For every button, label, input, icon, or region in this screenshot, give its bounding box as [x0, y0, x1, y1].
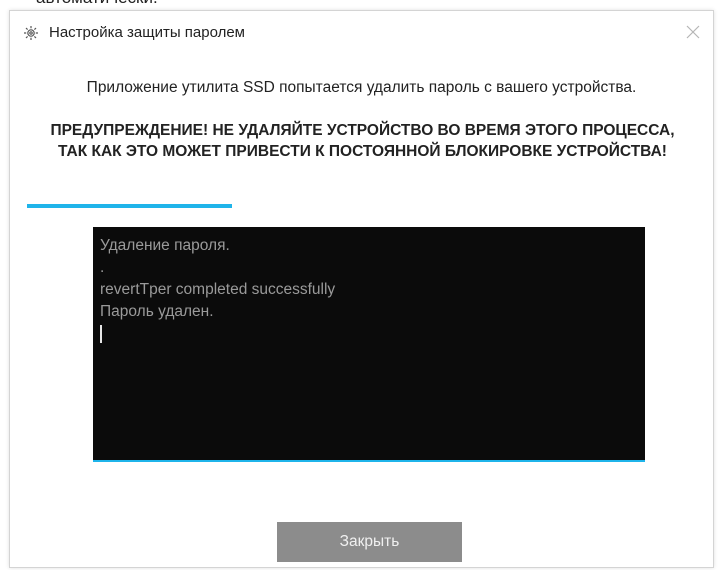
console-cursor-line [100, 323, 638, 345]
dialog-title: Настройка защиты паролем [49, 24, 245, 41]
console-line: Удаление пароля. [100, 237, 230, 254]
gear-icon [23, 25, 39, 41]
text-cursor [100, 324, 102, 343]
progress-fill [27, 204, 232, 208]
dialog-message: Приложение утилита SSD попытается удалит… [86, 79, 637, 96]
close-button[interactable]: Закрыть [277, 522, 462, 562]
password-protection-dialog: Настройка защиты паролем Приложение утил… [9, 10, 714, 568]
console-line: revertTper completed successfully [100, 281, 336, 298]
console-line: . [100, 259, 105, 276]
progress-bar [27, 204, 687, 208]
background-window-text: автоматически. [36, 0, 158, 8]
close-icon[interactable] [685, 24, 701, 40]
console-output: Удаление пароля. . revertTper completed … [93, 227, 645, 462]
console-line: Пароль удален. [100, 303, 214, 320]
title-bar: Настройка защиты паролем [10, 11, 713, 55]
screen: автоматически. Настройка защиты паролем [0, 0, 723, 570]
warning-text: ПРЕДУПРЕЖДЕНИЕ! НЕ УДАЛЯЙТЕ УСТРОЙСТВО В… [50, 122, 675, 160]
